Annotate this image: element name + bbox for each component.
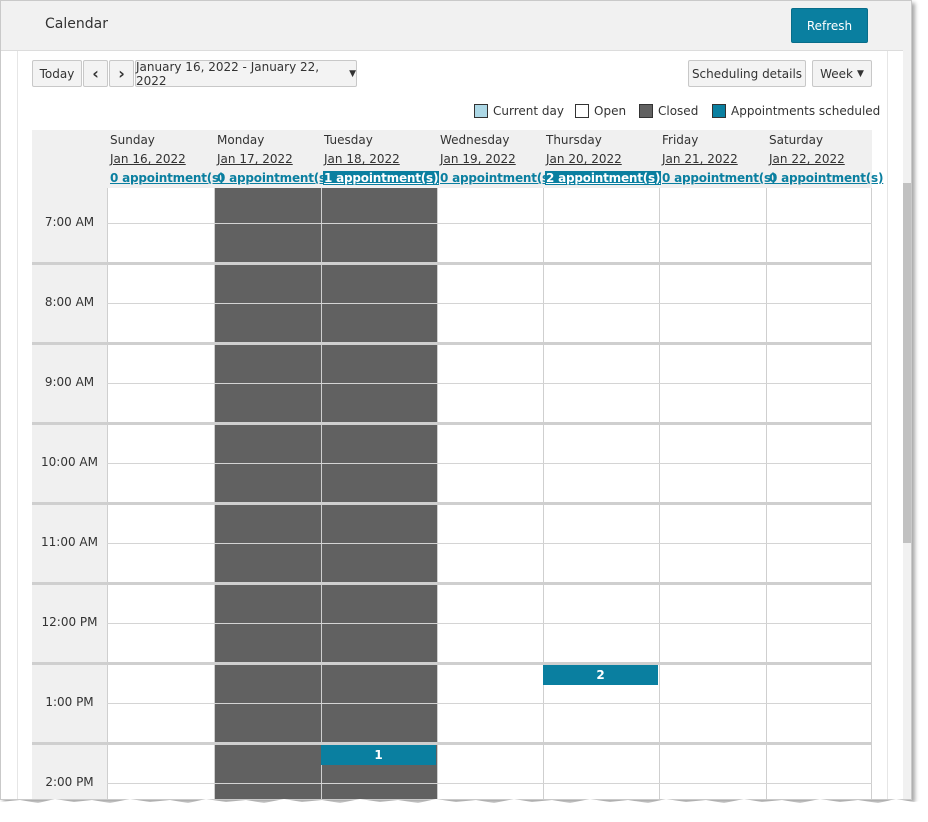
half-hour-line (107, 303, 872, 304)
day-header-tuesday: Tuesday Jan 18, 2022 1 appointment(s) (321, 130, 440, 188)
day-column-tuesday[interactable] (321, 188, 437, 799)
appointment-count-link[interactable]: 0 appointment(s) (109, 171, 225, 185)
day-date-link[interactable]: Jan 17, 2022 (217, 152, 293, 166)
time-label: 1:00 PM (45, 695, 94, 709)
hour-line (32, 262, 872, 265)
day-name: Tuesday (324, 133, 373, 147)
appointments-swatch (712, 104, 726, 118)
time-label: 9:00 AM (44, 375, 95, 389)
half-hour-line (107, 463, 872, 464)
day-header-saturday: Saturday Jan 22, 2022 0 appointment(s) (766, 130, 883, 188)
scrollbar-thumb[interactable] (903, 183, 911, 543)
day-column-thursday[interactable] (543, 188, 659, 799)
day-date-link[interactable]: Jan 18, 2022 (324, 152, 400, 166)
page-title: Calendar (45, 16, 108, 32)
today-label: Today (39, 66, 75, 81)
half-hour-line (107, 783, 872, 784)
previous-week-button[interactable]: ‹ (83, 60, 108, 87)
hour-line (32, 742, 872, 745)
appointment-count-link[interactable]: 0 appointment(s) (768, 171, 884, 185)
chevron-down-icon: ▼ (856, 68, 864, 79)
chevron-right-icon: › (118, 64, 125, 83)
week-grid: Sunday Jan 16, 2022 0 appointment(s) Mon… (32, 130, 883, 799)
time-label: 8:00 AM (44, 295, 95, 309)
day-name: Saturday (769, 133, 824, 147)
hour-line (32, 582, 872, 585)
day-header-friday: Friday Jan 21, 2022 0 appointment(s) (659, 130, 776, 188)
appointment-count-link[interactable]: 0 appointment(s) (661, 171, 777, 185)
time-label: 12:00 PM (41, 615, 98, 629)
appointment-count-link[interactable]: 2 appointment(s) (545, 171, 662, 185)
day-name: Wednesday (440, 133, 510, 147)
day-date-link[interactable]: Jan 20, 2022 (546, 152, 622, 166)
closed-swatch (639, 104, 653, 118)
hour-line (32, 662, 872, 665)
legend-label: Appointments scheduled (731, 104, 881, 118)
appointment-count-link[interactable]: 1 appointment(s) (323, 171, 440, 185)
open-swatch (575, 104, 589, 118)
date-range-label: January 16, 2022 - January 22, 2022 (136, 59, 320, 88)
legend-closed: Closed (639, 103, 698, 119)
chevron-down-icon: ▼ (349, 68, 356, 79)
current-day-swatch (474, 104, 488, 118)
day-column-friday[interactable] (659, 188, 766, 799)
scheduling-details-button[interactable]: Scheduling details (688, 60, 806, 87)
appointment-count: 2 (596, 668, 605, 682)
appointment-count-link[interactable]: 0 appointment(s) (439, 171, 555, 185)
appointment-count: 1 (374, 748, 383, 762)
time-label: 2:00 PM (45, 775, 94, 789)
day-column-sunday[interactable] (107, 188, 214, 799)
legend-label: Open (594, 104, 627, 118)
day-header-wednesday: Wednesday Jan 19, 2022 0 appointment(s) (437, 130, 554, 188)
day-name: Thursday (546, 133, 602, 147)
time-column: 7:00 AM 8:00 AM 9:00 AM 10:00 AM 11:00 A… (32, 188, 107, 799)
view-label: Week (820, 66, 853, 81)
time-label: 7:00 AM (44, 215, 95, 229)
day-name: Sunday (110, 133, 155, 147)
half-hour-line (107, 543, 872, 544)
hour-line (32, 342, 872, 345)
day-date-link[interactable]: Jan 16, 2022 (110, 152, 186, 166)
view-dropdown[interactable]: Week ▼ (812, 60, 872, 87)
time-label: 11:00 AM (41, 535, 98, 549)
day-column-wednesday[interactable] (437, 188, 543, 799)
refresh-button[interactable]: Refresh (791, 8, 868, 43)
top-bar: Calendar Refresh (1, 1, 903, 51)
legend-open: Open (575, 103, 626, 119)
legend-current-day: Current day (474, 103, 564, 119)
legend-appointments: Appointments scheduled (712, 103, 880, 119)
day-name: Friday (662, 133, 699, 147)
scheduling-details-label: Scheduling details (691, 66, 803, 81)
half-hour-line (107, 383, 872, 384)
calendar-window: Calendar Refresh Today ‹ › January 16, 2… (0, 0, 912, 800)
legend-label: Closed (658, 104, 699, 118)
hour-line (32, 502, 872, 505)
date-range-dropdown[interactable]: January 16, 2022 - January 22, 2022 ▼ (135, 59, 357, 88)
appointment-block-thursday[interactable]: 2 (543, 665, 658, 685)
today-button[interactable]: Today (32, 60, 82, 87)
legend-label: Current day (493, 104, 564, 118)
chevron-left-icon: ‹ (92, 64, 99, 83)
day-date-link[interactable]: Jan 19, 2022 (440, 152, 516, 166)
day-column-monday[interactable] (214, 188, 321, 799)
day-header-sunday: Sunday Jan 16, 2022 0 appointment(s) (107, 130, 224, 188)
appointment-count-link[interactable]: 0 appointment(s) (216, 171, 332, 185)
day-column-saturday[interactable] (766, 188, 872, 799)
day-date-link[interactable]: Jan 21, 2022 (662, 152, 738, 166)
half-hour-line (107, 223, 872, 224)
torn-edge (0, 799, 928, 822)
half-hour-line (107, 703, 872, 704)
time-label: 10:00 AM (41, 455, 98, 469)
day-date-link[interactable]: Jan 22, 2022 (769, 152, 845, 166)
day-header-monday: Monday Jan 17, 2022 0 appointment(s) (214, 130, 331, 188)
next-week-button[interactable]: › (109, 60, 134, 87)
half-hour-line (107, 623, 872, 624)
appointment-block-tuesday[interactable]: 1 (321, 745, 436, 765)
day-header-thursday: Thursday Jan 20, 2022 2 appointment(s) (543, 130, 662, 188)
day-name: Monday (217, 133, 265, 147)
hour-line (32, 422, 872, 425)
